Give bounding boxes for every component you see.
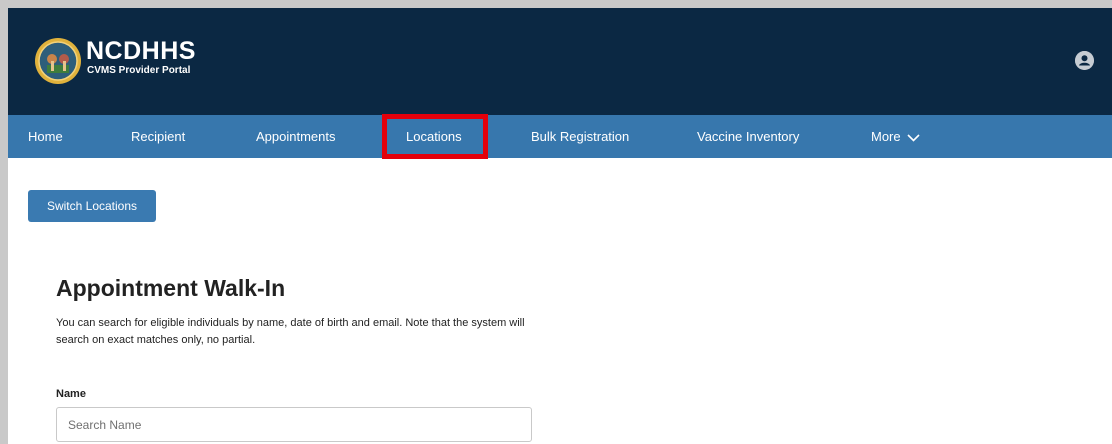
page-description: You can search for eligible individuals …	[56, 317, 525, 346]
nav-more-label: More	[871, 129, 901, 144]
nav-recipient[interactable]: Recipient	[131, 115, 185, 158]
nc-state-seal-icon[interactable]	[34, 37, 82, 85]
browser-frame: NCDHHS CVMS Provider Portal Home Recipie…	[0, 0, 1112, 444]
page-title: Appointment Walk-In	[56, 275, 286, 301]
user-avatar-icon[interactable]	[1075, 51, 1094, 70]
brand-subtitle: CVMS Provider Portal	[87, 65, 191, 76]
switch-locations-button[interactable]: Switch Locations	[28, 190, 156, 222]
nav-appointments[interactable]: Appointments	[256, 115, 336, 158]
search-name-input[interactable]	[56, 407, 532, 442]
nav-vaccine-inventory[interactable]: Vaccine Inventory	[697, 115, 799, 158]
chevron-down-icon	[907, 133, 920, 142]
portal-header: NCDHHS CVMS Provider Portal	[8, 8, 1112, 115]
locations-highlight-box	[382, 114, 488, 159]
nav-bulk-registration[interactable]: Bulk Registration	[531, 115, 629, 158]
main-nav: Home Recipient Appointments Locations Bu…	[8, 115, 1112, 158]
brand-title: NCDHHS	[86, 37, 196, 65]
name-field-label: Name	[56, 388, 86, 400]
nav-home[interactable]: Home	[28, 115, 63, 158]
nav-more[interactable]: More	[871, 115, 920, 158]
